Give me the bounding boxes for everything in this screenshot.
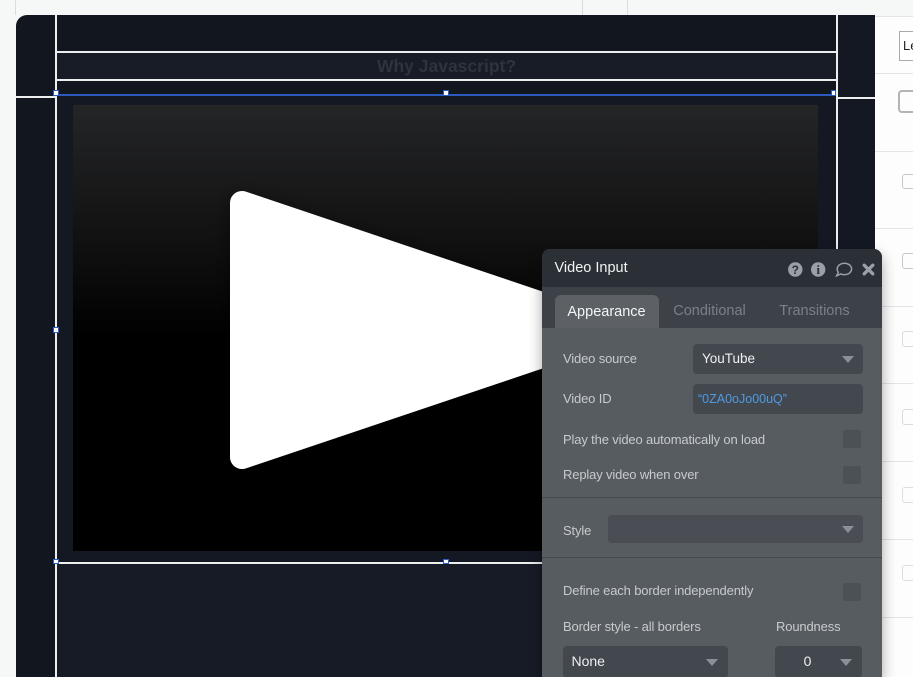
svg-text:?: ? (792, 263, 799, 277)
svg-text:i: i (816, 263, 820, 277)
